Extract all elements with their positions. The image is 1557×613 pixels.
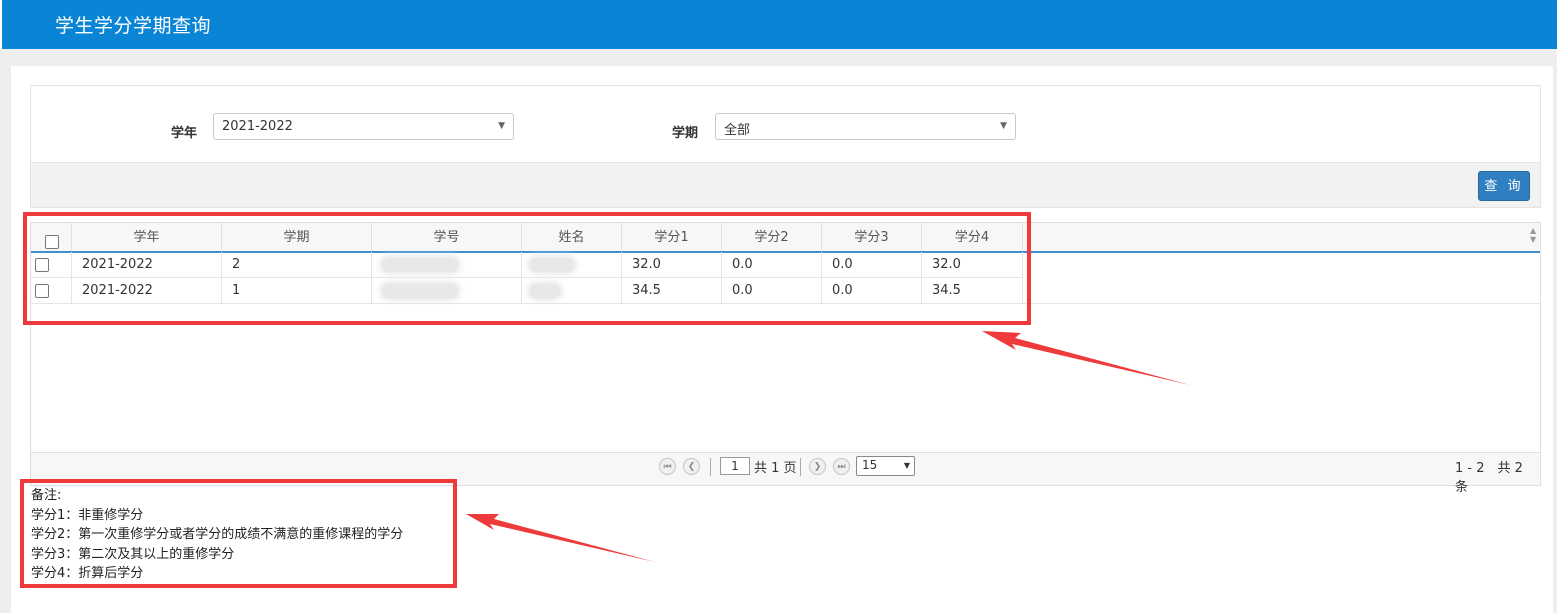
- arrow-shape: [982, 331, 1190, 385]
- annotation-arrow: [466, 514, 655, 562]
- annotation-arrow: [982, 331, 1190, 385]
- annotation-arrows: [466, 331, 1190, 562]
- arrow-shape: [466, 514, 655, 562]
